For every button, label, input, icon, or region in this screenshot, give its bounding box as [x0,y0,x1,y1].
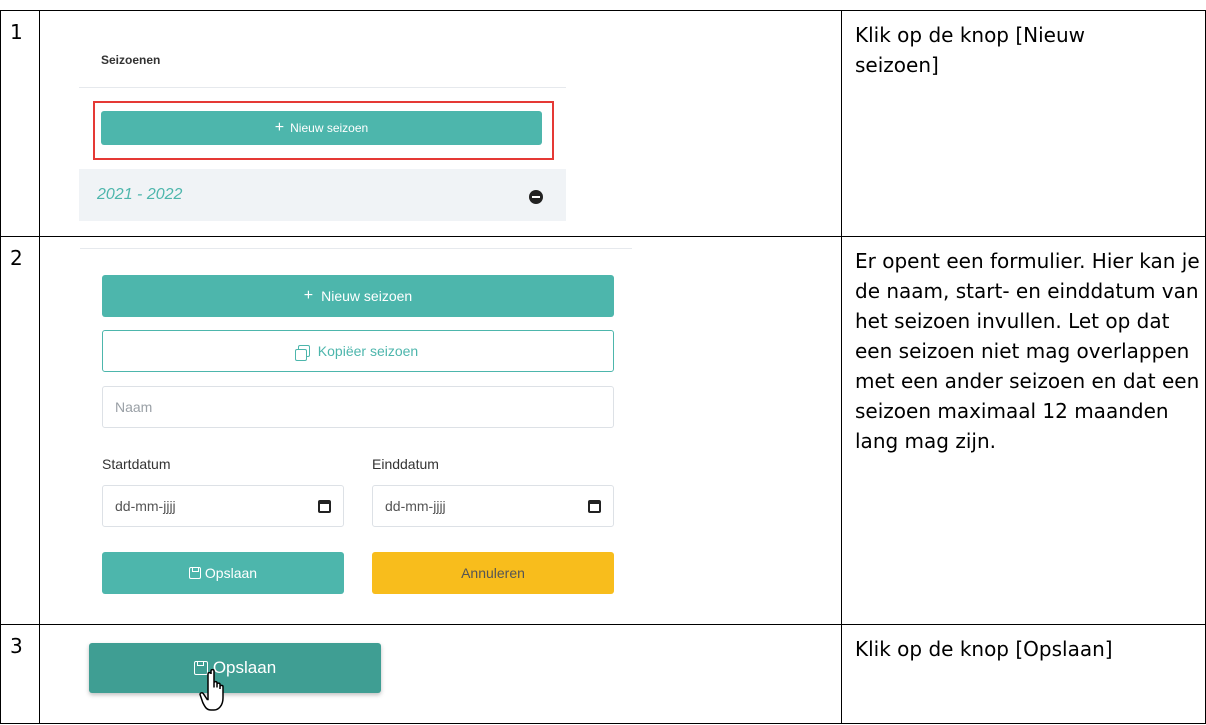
name-input[interactable]: Naam [102,386,614,428]
copy-icon [294,345,310,361]
save-button[interactable]: Opslaan [102,552,344,594]
seasons-panel: Seizoenen + Nieuw seizoen 2021 - 2022 [79,30,566,221]
calendar-icon[interactable] [588,499,601,513]
table-border-top [0,10,1206,11]
cancel-button[interactable]: Annuleren [372,552,614,594]
table-column-divider [841,10,842,724]
divider [80,248,632,249]
row-number: 3 [10,634,23,658]
instruction-text: Klik op de knop [Opslaan] [855,637,1113,661]
end-date-label: Einddatum [372,456,439,472]
button-label: Annuleren [461,565,525,581]
button-label: Nieuw seizoen [321,288,413,304]
season-item[interactable]: 2021 - 2022 [97,186,182,204]
instruction-text: Er opent een formulier. Hier kan je de n… [855,249,1200,453]
button-label: Kopiëer seizoen [317,343,419,359]
start-date-label: Startdatum [102,456,171,472]
new-season-button[interactable]: + Nieuw seizoen [101,111,542,145]
save-button[interactable]: Opslaan [89,643,381,693]
row-number: 1 [10,20,23,44]
start-date-input[interactable]: dd-mm-jjjj [102,485,344,527]
plus-icon: + [274,119,285,136]
new-season-form: + Nieuw seizoen Kopiëer seizoen Naam Sta… [80,248,632,620]
table-border-left [0,10,1,724]
button-label: Nieuw seizoen [290,121,369,135]
input-placeholder: Naam [115,399,153,415]
date-placeholder: dd-mm-jjjj [115,498,176,514]
instruction-text: Klik op de knop [Nieuw seizoen] [855,23,1086,77]
table-border-bottom [0,723,1206,724]
plus-icon: + [303,287,314,304]
new-season-button[interactable]: + Nieuw seizoen [102,275,614,317]
save-icon [188,567,201,579]
remove-season-icon[interactable] [529,190,543,204]
row-number: 2 [10,246,23,270]
hand-pointer-icon [199,668,224,711]
calendar-icon[interactable] [318,499,331,513]
end-date-input[interactable]: dd-mm-jjjj [372,485,614,527]
copy-season-button[interactable]: Kopiëer seizoen [102,330,614,372]
table-row-divider [0,236,1206,237]
divider [79,87,566,88]
table-row-divider [0,624,1206,625]
table-column-divider [39,10,40,724]
date-placeholder: dd-mm-jjjj [385,498,446,514]
button-label: Opslaan [204,565,258,581]
panel-title: Seizoenen [101,53,161,67]
